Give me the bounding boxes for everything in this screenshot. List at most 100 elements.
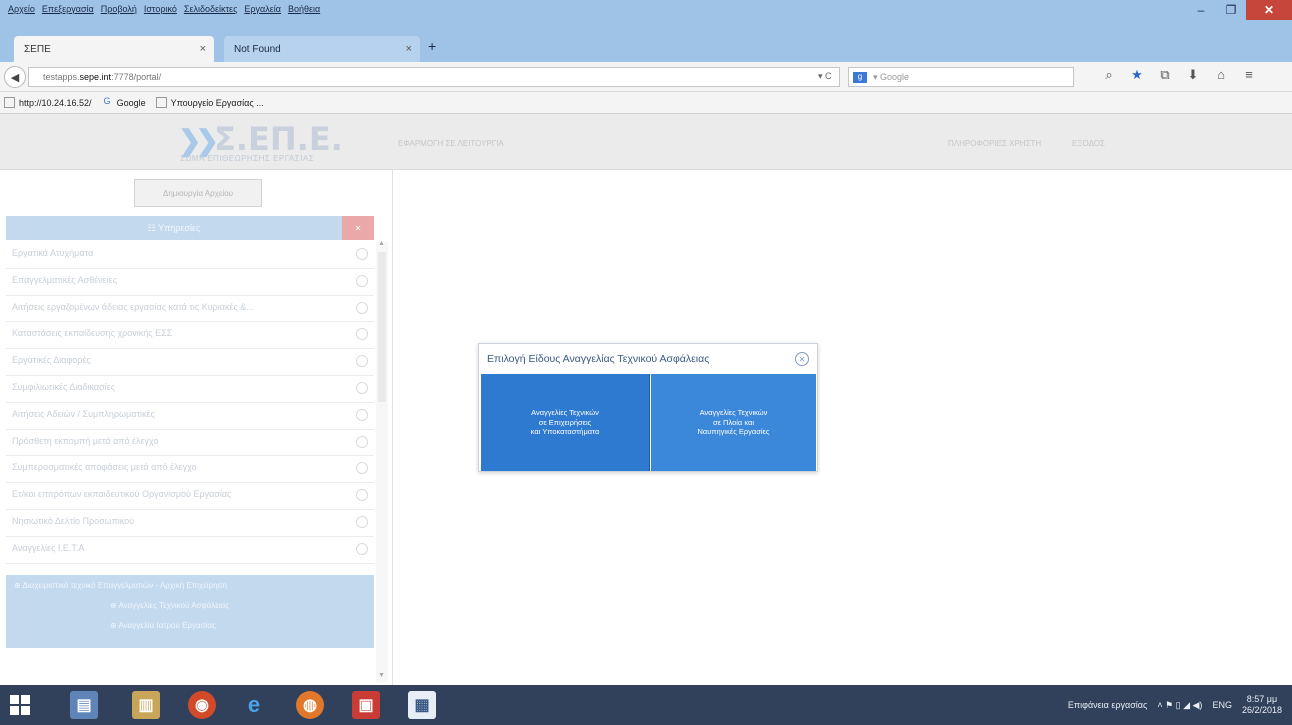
search-icon[interactable]: ⌕ (1095, 67, 1123, 83)
sidebar-item-label: Εργατικές Διαφορές (12, 355, 91, 366)
menu-view[interactable]: Προβολή (101, 4, 137, 14)
logout-link[interactable]: ΕΞΟΔΟΣ (1072, 139, 1105, 148)
user-info-link[interactable]: ΠΛΗΡΟΦΟΡΙΕΣ ΧΡΗΣΤΗ (948, 139, 1041, 148)
download-icon[interactable]: ⬇ (1179, 67, 1207, 83)
menu-file[interactable]: Αρχείο (8, 4, 35, 14)
bookmark-label: Google (116, 97, 146, 108)
bookmarks-bar: http://10.24.16.52/ G Google Υπουργείο Ε… (0, 92, 1292, 114)
menu-history[interactable]: Ιστορικό (144, 4, 177, 14)
sidebar-item[interactable]: Συμπερασματικές αποφάσεις μετά από έλεγχ… (6, 456, 374, 484)
bookmark-item[interactable]: Υπουργείο Εργασίας ... (155, 97, 264, 108)
create-file-button[interactable]: Δημιουργία Αρχείου (134, 179, 262, 207)
home-icon[interactable]: ⌂ (1207, 67, 1235, 83)
sidebar-item[interactable]: Νησιωτικό Δελτίο Προσωπικού (6, 510, 374, 537)
menu-tools[interactable]: Εργαλεία (244, 4, 281, 14)
subpanel-link-occupational-doctor[interactable]: ⊕ Αναγγελία Ιατρού Εργασίας (6, 621, 374, 630)
firefox-icon[interactable]: ◍ (296, 691, 324, 719)
sepe-logo[interactable]: ❯❯ Σ.ΕΠ.Ε. ΣΩΜΑ ΕΠΙΘΕΩΡΗΣΗΣ ΕΡΓΑΣΙΑΣ (176, 120, 382, 166)
tab-sepe[interactable]: ΣΕΠΕ × (14, 36, 214, 62)
option-line: Αναγγελίες Τεχνικών (699, 408, 768, 418)
clock[interactable]: 8:57 μμ 26/2/2018 (1242, 694, 1282, 716)
sidebar-item[interactable]: Εργατικές Διαφορές (6, 349, 374, 376)
url-suffix: :7778/portal/ (111, 72, 162, 82)
search-input[interactable]: g ▾ Google (848, 67, 1074, 87)
subpanel-title[interactable]: ⊕ Διαχειριστικό τεχνικό Επαγγελματιών - … (6, 575, 374, 590)
scroll-thumb[interactable] (378, 252, 386, 402)
document-icon[interactable]: ▦ (408, 691, 436, 719)
url-host: sepe.int (79, 72, 112, 82)
new-tab-button[interactable]: + (428, 38, 436, 54)
option-line: σε Επιχειρήσεις (538, 417, 592, 427)
windows-logo-icon (21, 695, 30, 704)
tab-title: Not Found (234, 43, 281, 55)
tab-title: ΣΕΠΕ (24, 43, 51, 55)
info-icon (356, 542, 368, 555)
sidebar-item[interactable]: Ετ/κοι επιτρόπων εκπαιδευτικού Οργανισμο… (6, 483, 374, 510)
system-tray: Επιφάνεια εργασίας ˄ ⚑ ▯ ◢ ◀) ENG 8:57 μ… (1058, 685, 1282, 725)
menu-help[interactable]: Βοήθεια (288, 4, 320, 14)
close-window-button[interactable]: ✕ (1246, 0, 1292, 20)
technician-subpanel: ⊕ Διαχειριστικό τεχνικό Επαγγελματιών - … (6, 575, 374, 648)
sidebar-item[interactable]: Καταστάσεις εκπαίδευσης χρονικής ΕΣΣ (6, 322, 374, 350)
sidebar: Δημιουργία Αρχείου ☷ Υπηρεσίες ✕ Εργατικ… (0, 170, 393, 685)
sidebar-item[interactable]: Αναγγελίες Ι.Ε.Τ.Α (6, 537, 374, 564)
maximize-button[interactable]: ❐ (1216, 0, 1246, 20)
services-list: Εργατικά Ατυχήματα Επαγγελματικές Ασθένε… (6, 242, 374, 564)
bookmark-label: Υπουργείο Εργασίας ... (170, 97, 264, 108)
browser-menubar: Αρχείο Επεξεργασία Προβολή Ιστορικό Σελι… (0, 0, 1292, 32)
sidebar-item[interactable]: Συμφιλιωτικές Διαδικασίες (6, 376, 374, 403)
info-icon (356, 515, 368, 528)
file-explorer-icon[interactable]: ▤ (70, 691, 98, 719)
option-line: σε Πλοία και (712, 417, 754, 427)
option-ships-button[interactable]: Αναγγελίες Τεχνικών σε Πλοία και Ναυπηγι… (651, 374, 816, 471)
close-sidebar-button[interactable]: ✕ (342, 216, 374, 240)
sidebar-item[interactable]: Πρόσθετη εκπομπή μετά από έλεγχο (6, 430, 374, 457)
app-icon[interactable]: ▣ (352, 691, 380, 719)
info-icon (356, 301, 368, 314)
info-icon (356, 435, 368, 448)
url-bar[interactable]: testapps.sepe.int:7778/portal/ (28, 67, 840, 87)
toolbar-icons: ⌕ ★ ⧉ ⬇ ⌂ ≡ (1095, 67, 1263, 83)
window-controls: – ❐ ✕ (1186, 0, 1292, 20)
bookmark-item[interactable]: G Google (102, 97, 146, 108)
sidebar-item[interactable]: Αιτήσεις εργαζομένων άδειας εργασίας κατ… (6, 296, 374, 323)
option-businesses-button[interactable]: Αναγγελίες Τεχνικών σε Επιχειρήσεις και … (481, 374, 650, 471)
sidebar-item[interactable]: Αιτήσεις Αδειών / Συμπληρωματικές (6, 403, 374, 430)
minimize-button[interactable]: – (1186, 0, 1216, 20)
sidebar-item[interactable]: Επαγγελματικές Ασθένειες (6, 269, 374, 296)
subpanel-link-safety-technician[interactable]: ⊕ Αναγγελίες Τεχνικού Ασφάλειας (6, 601, 374, 610)
sidebar-item-label: Αιτήσεις Αδειών / Συμπληρωματικές (12, 408, 155, 419)
sidebar-item-label: Συμφιλιωτικές Διαδικασίες (12, 381, 116, 392)
google-icon: G (103, 96, 111, 106)
chrome-icon[interactable]: ◉ (188, 691, 216, 719)
menu-edit[interactable]: Επεξεργασία (42, 4, 94, 14)
desktop-toolbar[interactable]: Επιφάνεια εργασίας (1068, 700, 1147, 710)
close-icon[interactable]: ✕ (795, 352, 809, 366)
info-icon (356, 355, 368, 368)
scroll-down-icon[interactable]: ▼ (378, 672, 385, 679)
reload-button[interactable]: ▾ C (818, 71, 832, 82)
tab-not-found[interactable]: Not Found × (224, 36, 420, 62)
language-indicator[interactable]: ENG (1212, 700, 1232, 710)
folder-icon[interactable]: ▥ (132, 691, 160, 719)
option-line: και Υποκαταστήματα (530, 427, 600, 437)
clock-date: 26/2/2018 (1241, 705, 1282, 715)
star-icon[interactable]: ★ (1123, 67, 1151, 83)
bookmark-item[interactable]: http://10.24.16.52/ (4, 97, 92, 108)
back-button[interactable]: ◀ (4, 66, 26, 88)
page-icon (4, 97, 15, 108)
sidebar-item[interactable]: Εργατικά Ατυχήματα (6, 242, 374, 269)
menu-bookmarks[interactable]: Σελιδοδείκτες (184, 4, 238, 14)
close-icon[interactable]: × (406, 43, 412, 55)
option-line: Ναυπηγικές Εργασίες (697, 427, 770, 437)
close-icon[interactable]: × (200, 43, 206, 55)
start-button[interactable] (10, 695, 30, 715)
info-icon (356, 248, 368, 260)
scroll-up-icon[interactable]: ▲ (378, 240, 385, 247)
internet-explorer-icon[interactable]: e (240, 691, 268, 719)
menu-icon[interactable]: ≡ (1235, 67, 1263, 83)
sidebar-scrollbar[interactable]: ▲ ▼ (376, 240, 388, 682)
search-placeholder: ▾ Google (873, 72, 910, 82)
tray-icons[interactable]: ˄ ⚑ ▯ ◢ ◀) (1157, 700, 1202, 711)
clipboard-icon[interactable]: ⧉ (1151, 67, 1179, 83)
